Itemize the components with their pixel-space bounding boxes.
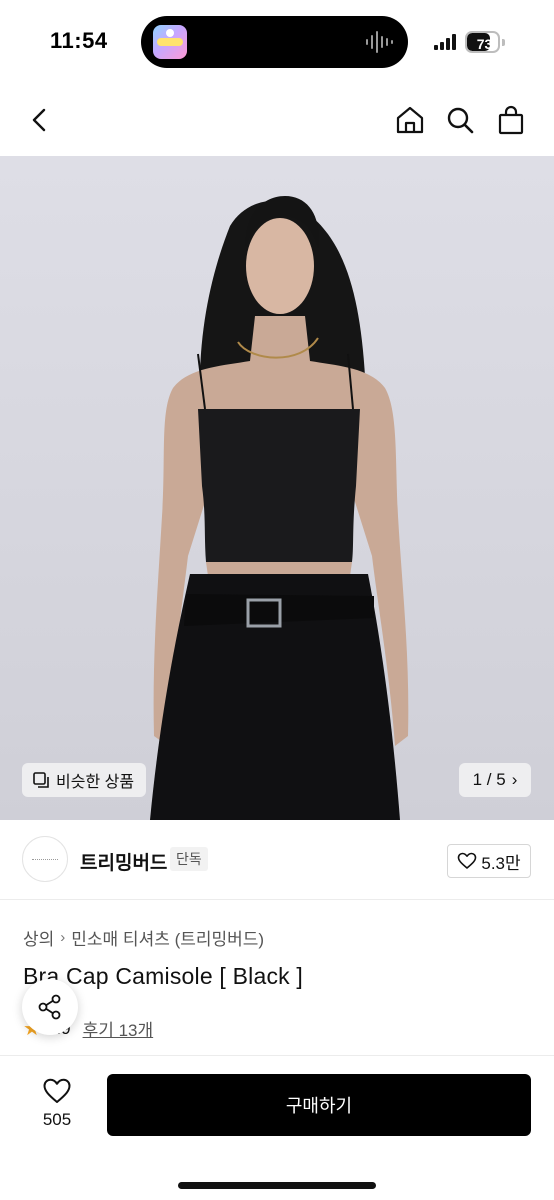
cellular-signal-icon: [434, 34, 456, 50]
similar-products-button[interactable]: 비슷한 상품: [22, 763, 147, 797]
breadcrumb: 상의 › 민소매 티셔츠 (트리밍버드): [23, 925, 264, 950]
home-icon: [396, 106, 424, 134]
breadcrumb-subcategory[interactable]: 민소매 티셔츠 (트리밍버드): [71, 925, 264, 950]
pager-text: 1 / 5: [472, 770, 506, 789]
battery-icon: 73: [465, 31, 505, 53]
buy-button[interactable]: 구매하기: [107, 1074, 531, 1136]
search-button[interactable]: [442, 102, 478, 138]
exclusive-badge: 단독: [170, 847, 208, 871]
status-time: 11:54: [50, 28, 108, 53]
dynamic-island: [141, 16, 408, 68]
chevron-right-icon: ›: [60, 929, 66, 946]
audio-wave-icon: [366, 31, 393, 53]
back-button[interactable]: [22, 102, 58, 138]
status-bar: 11:54 73: [0, 0, 554, 84]
image-pager[interactable]: 1 / 5 ›: [459, 763, 531, 797]
heart-icon: [43, 1078, 71, 1103]
brand-like-count: 5.3만: [481, 853, 521, 873]
battery-percent: 73: [476, 36, 493, 52]
chevron-left-icon: [32, 108, 46, 132]
brand-logo[interactable]: [22, 836, 68, 882]
wishlist-button[interactable]: 505: [24, 1076, 90, 1136]
similar-products-label: 비슷한 상품: [56, 774, 135, 791]
share-icon: [38, 994, 61, 1020]
brand-like-button[interactable]: 5.3만: [447, 844, 531, 878]
breadcrumb-category[interactable]: 상의: [23, 925, 54, 950]
cart-button[interactable]: [493, 102, 529, 138]
share-button[interactable]: [22, 979, 78, 1035]
top-nav: [0, 84, 554, 156]
reviews-link[interactable]: 후기 13개: [83, 1016, 154, 1041]
chevron-right-icon: ›: [511, 770, 518, 789]
bottom-action-bar: 505 구매하기: [0, 1055, 554, 1200]
similar-items-icon: [33, 772, 49, 788]
home-indicator: [178, 1182, 376, 1189]
shopping-bag-icon: [498, 105, 524, 135]
home-button[interactable]: [392, 102, 428, 138]
wishlist-count: 505: [42, 1110, 72, 1129]
search-icon: [447, 107, 474, 134]
product-image-gallery[interactable]: 비슷한 상품 1 / 5 ›: [0, 156, 554, 820]
heart-icon: [458, 852, 477, 869]
brand-row: 트리밍버드 단독 5.3만: [0, 820, 554, 900]
product-photo: [150, 196, 409, 820]
now-playing-app-icon: [153, 25, 187, 59]
brand-name[interactable]: 트리밍버드: [80, 848, 167, 875]
